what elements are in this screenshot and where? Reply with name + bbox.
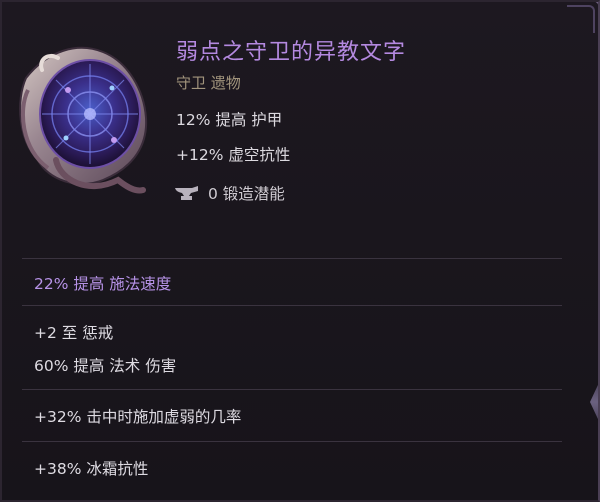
frame-corner-ornament: [559, 2, 598, 41]
item-name: 弱点之守卫的异教文字: [176, 40, 407, 65]
item-tooltip: 弱点之守卫的异教文字 守卫 遗物 12% 提高 护甲 +12% 虚空抗性 0 锻…: [0, 0, 600, 502]
item-type: 守卫 遗物: [176, 74, 241, 92]
divider: [22, 441, 562, 442]
divider: [22, 258, 562, 259]
affix-stat: 22% 提高 施法速度: [34, 275, 172, 293]
affix-stat: 60% 提高 法术 伤害: [34, 357, 177, 375]
relic-icon: [19, 46, 148, 194]
implicit-stat: 12% 提高 护甲: [176, 111, 283, 129]
divider: [22, 305, 562, 306]
forge-potential: 0 锻造潜能: [174, 182, 285, 204]
forge-potential-label: 0 锻造潜能: [208, 185, 285, 203]
affix-stat: +38% 冰霜抗性: [34, 460, 149, 478]
divider: [22, 389, 562, 390]
anvil-icon: [175, 186, 198, 200]
frame-side-ornament: [590, 372, 598, 432]
affix-stat: +32% 击中时施加虚弱的几率: [34, 408, 242, 426]
affix-stat: +2 至 惩戒: [34, 324, 114, 342]
implicit-stat: +12% 虚空抗性: [176, 146, 291, 164]
